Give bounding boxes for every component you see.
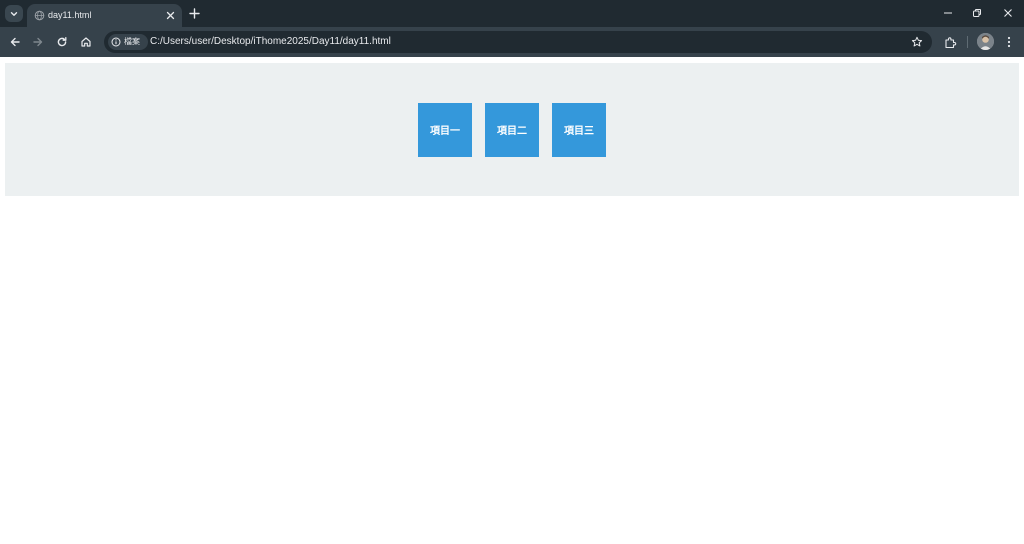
star-icon — [911, 36, 923, 47]
profile-avatar-icon — [977, 33, 994, 50]
bookmark-button[interactable] — [910, 35, 924, 49]
reload-button[interactable] — [53, 33, 71, 51]
minimize-icon — [944, 12, 952, 14]
page-viewport: 項目一 項目二 項目三 — [0, 57, 1024, 544]
site-info-chip[interactable]: 檔案 — [108, 34, 148, 50]
close-tab-icon[interactable] — [164, 9, 177, 22]
close-window-button[interactable] — [999, 5, 1017, 21]
new-tab-button[interactable] — [187, 6, 202, 21]
chevron-down-icon — [10, 11, 18, 16]
home-button[interactable] — [77, 33, 95, 51]
url-text[interactable]: C:/Users/user/Desktop/iThome2025/Day11/d… — [150, 36, 391, 48]
close-icon — [1004, 9, 1012, 17]
browser-toolbar: 檔案 C:/Users/user/Desktop/iThome2025/Day1… — [0, 27, 1024, 57]
puzzle-icon — [944, 36, 956, 48]
browser-window: day11.html 檔案 C:/Users/user/Desktop/iTho… — [0, 0, 1024, 544]
back-button[interactable] — [6, 33, 24, 51]
home-icon — [81, 37, 91, 47]
menu-button[interactable] — [1000, 33, 1018, 51]
reload-icon — [57, 36, 67, 47]
tab-day11[interactable]: day11.html — [27, 4, 182, 27]
site-chip-label: 檔案 — [124, 37, 140, 46]
info-icon — [111, 37, 121, 47]
menu-item-1[interactable]: 項目一 — [418, 102, 472, 157]
kebab-menu-icon — [1007, 36, 1011, 48]
address-bar[interactable]: 檔案 C:/Users/user/Desktop/iThome2025/Day1… — [104, 31, 932, 53]
tab-strip: day11.html — [0, 0, 1024, 27]
menu-item-2[interactable]: 項目二 — [485, 102, 539, 157]
restore-icon — [973, 9, 981, 17]
arrow-left-icon — [10, 37, 20, 47]
minimize-button[interactable] — [939, 5, 957, 21]
tab-title: day11.html — [48, 10, 92, 20]
arrow-right-icon — [33, 37, 43, 47]
extensions-button[interactable] — [941, 33, 959, 51]
menu-bar: 項目一 項目二 項目三 — [5, 63, 1019, 196]
toolbar-divider — [967, 36, 968, 48]
restore-button[interactable] — [968, 5, 986, 21]
plus-icon — [189, 8, 200, 19]
forward-button[interactable] — [29, 33, 47, 51]
globe-icon — [34, 10, 45, 21]
profile-avatar[interactable] — [977, 33, 994, 50]
tab-search-button[interactable] — [5, 5, 23, 22]
menu-item-3[interactable]: 項目三 — [552, 102, 606, 157]
